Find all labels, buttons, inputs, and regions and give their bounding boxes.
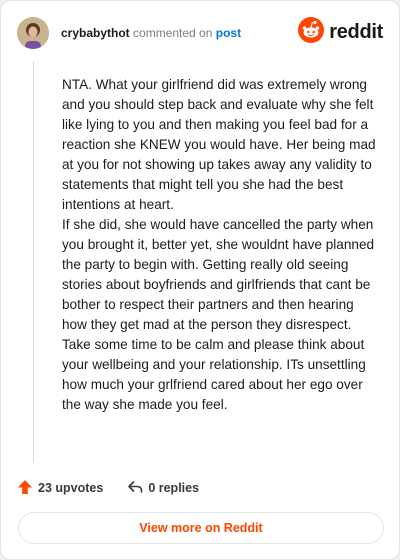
comment-paragraph: NTA. What your girlfriend did was extrem… <box>62 77 376 212</box>
comment-actions: 23 upvotes 0 replies <box>17 477 199 499</box>
username-link[interactable]: crybabythot <box>61 26 130 40</box>
comment-paragraph: If she did, she would have cancelled the… <box>62 217 375 332</box>
view-more-button[interactable]: View more on Reddit <box>18 512 384 544</box>
reddit-logo[interactable]: reddit <box>298 16 383 48</box>
comment-body: NTA. What your girlfriend did was extrem… <box>62 75 380 415</box>
upvote-button[interactable]: 23 upvotes <box>17 479 103 498</box>
reddit-snoo-icon <box>298 16 325 48</box>
commented-on-text: commented on <box>133 26 213 40</box>
comment-embed-card: crybabythot commented on post reddit NTA… <box>0 0 400 560</box>
upvote-count: 23 upvotes <box>38 481 104 495</box>
user-avatar[interactable] <box>17 17 49 49</box>
replies-button[interactable]: 0 replies <box>127 479 199 498</box>
upvote-arrow-icon <box>17 479 38 498</box>
comment-paragraph: Take some time to be calm and please thi… <box>62 337 366 412</box>
comment-header: crybabythot commented on post reddit <box>17 16 383 51</box>
post-link[interactable]: post <box>216 26 241 40</box>
reply-count: 0 replies <box>148 481 200 495</box>
reddit-wordmark: reddit <box>329 20 383 43</box>
thread-line <box>33 61 34 463</box>
comment-meta: crybabythot commented on post <box>61 26 241 40</box>
reply-arrow-icon <box>127 479 148 498</box>
